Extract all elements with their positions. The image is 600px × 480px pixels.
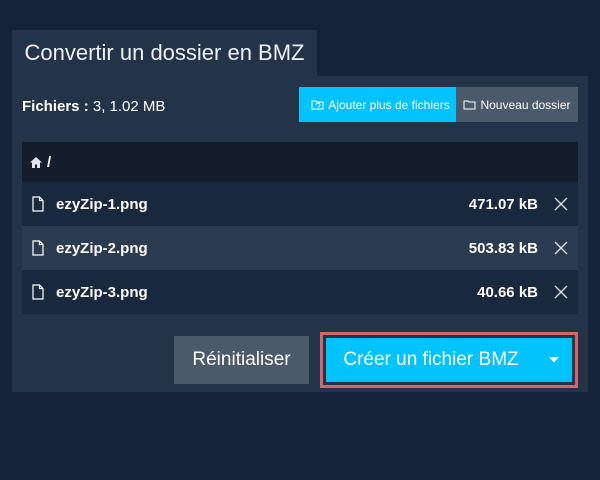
breadcrumb[interactable]: / [22, 142, 578, 182]
file-row[interactable]: ezyZip-3.png 40.66 kB [22, 270, 578, 314]
file-row[interactable]: ezyZip-1.png 471.07 kB [22, 182, 578, 226]
caret-down-icon[interactable] [536, 338, 572, 382]
file-name: ezyZip-3.png [56, 283, 148, 301]
files-summary-label: Fichiers : [22, 98, 89, 115]
close-icon[interactable] [554, 285, 568, 299]
folder-icon [463, 99, 476, 110]
file-size: 40.66 kB [477, 283, 538, 301]
create-bmz-label: Créer un fichier BMZ [343, 349, 519, 370]
reset-button[interactable]: Réinitialiser [174, 336, 309, 384]
files-summary: Fichiers : 3, 1.02 MB [22, 98, 165, 115]
create-button-highlight: Créer un fichier BMZ [320, 332, 578, 388]
file-name: ezyZip-2.png [56, 239, 148, 257]
new-folder-button[interactable]: Nouveau dossier [456, 87, 578, 122]
file-icon [32, 240, 46, 256]
home-icon [29, 156, 43, 169]
file-icon [32, 284, 46, 300]
close-icon[interactable] [554, 197, 568, 211]
new-folder-label: Nouveau dossier [480, 97, 571, 112]
file-row[interactable]: ezyZip-2.png 503.83 kB [22, 226, 578, 270]
add-files-button[interactable]: Ajouter plus de fichiers [299, 87, 462, 122]
converter-panel: Fichiers : 3, 1.02 MB Ajouter plus de fi… [12, 76, 588, 392]
breadcrumb-path: / [47, 153, 52, 171]
tab-title: Convertir un dossier en BMZ [24, 40, 305, 65]
folder-sync-icon [311, 99, 324, 110]
add-files-label: Ajouter plus de fichiers [328, 97, 450, 112]
create-bmz-button[interactable]: Créer un fichier BMZ [326, 338, 572, 382]
files-summary-value: 3, 1.02 MB [92, 98, 166, 115]
file-name: ezyZip-1.png [56, 195, 148, 213]
tab-convert-folder[interactable]: Convertir un dossier en BMZ [12, 30, 317, 76]
file-icon [32, 196, 46, 212]
file-size: 503.83 kB [468, 239, 538, 257]
file-size: 471.07 kB [468, 195, 538, 213]
reset-label: Réinitialiser [192, 349, 291, 370]
close-icon[interactable] [554, 241, 568, 255]
file-list: / ezyZip-1.png 471.07 kB ezyZip-2.png 50… [22, 142, 578, 314]
